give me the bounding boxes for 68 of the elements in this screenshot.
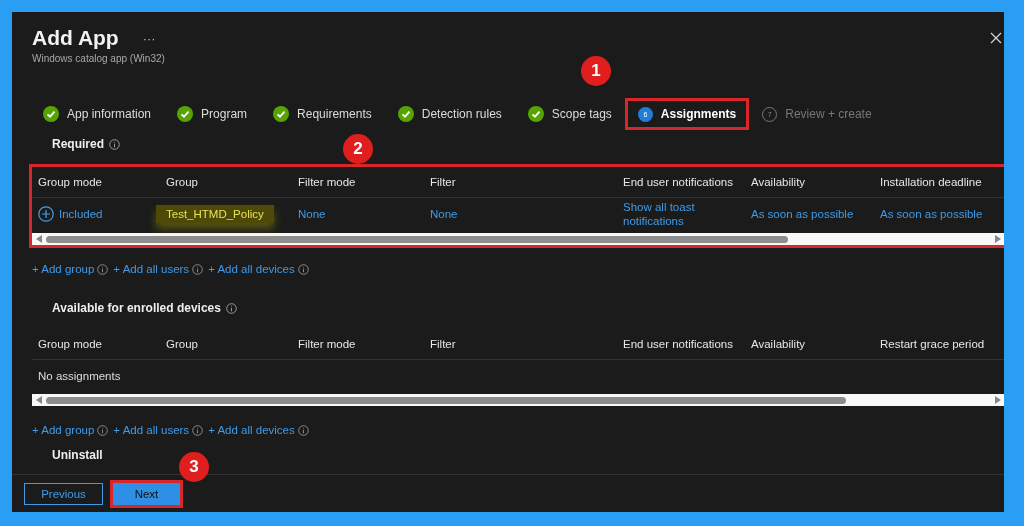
add-link[interactable]: + Add group (32, 263, 95, 275)
info-icon[interactable] (109, 138, 120, 150)
column-header: Availability (751, 176, 807, 188)
step-label: Review + create (785, 107, 872, 121)
column-header: Group mode (38, 338, 103, 350)
column-header: Installation deadline (880, 176, 983, 188)
cell-link[interactable]: As soon as possible (751, 207, 854, 221)
dialog-title: Add App (32, 26, 119, 50)
wizard-step[interactable]: Requirements (260, 98, 385, 130)
column-header: Group (166, 338, 199, 350)
step-label: Assignments (660, 107, 737, 121)
more-button[interactable]: ··· (142, 30, 156, 46)
plus-circle-icon[interactable] (38, 206, 54, 222)
add-link[interactable]: + Add all devices (208, 424, 295, 436)
column-header: Availability (751, 338, 807, 350)
dialog-subtitle: Windows catalog app (Win32) (32, 53, 166, 64)
check-icon (397, 106, 414, 122)
add-link[interactable]: + Add all users (113, 424, 190, 436)
check-icon (527, 106, 544, 122)
column-header: Filter (430, 176, 457, 188)
info-icon[interactable] (192, 263, 204, 275)
wizard-step[interactable]: Program (164, 98, 261, 130)
group-mode-link[interactable]: Included (59, 208, 103, 220)
check-icon (273, 106, 290, 122)
wizard-step[interactable]: Scope tags (514, 98, 625, 130)
check-icon (43, 106, 59, 122)
step-callout: 3 (179, 452, 209, 482)
check-icon (177, 106, 194, 122)
cell-link[interactable]: None (298, 207, 326, 221)
add-link[interactable]: + Add all users (113, 263, 190, 275)
add-link[interactable]: + Add all devices (208, 263, 295, 275)
info-icon[interactable] (97, 424, 109, 436)
column-header: Group (166, 176, 199, 188)
cell-link[interactable]: As soon as possible (880, 207, 983, 221)
section-title: Available for enrolled devices (52, 301, 221, 315)
cell-link[interactable]: Show all toast notifications (623, 200, 733, 228)
step-label: Requirements (297, 107, 372, 121)
info-icon[interactable] (297, 263, 309, 275)
column-header: Filter mode (298, 338, 357, 350)
info-icon[interactable] (97, 263, 109, 275)
step-label: App information (67, 107, 152, 121)
info-icon[interactable] (297, 424, 309, 436)
step-callout: 1 (581, 56, 611, 86)
section-title: Uninstall (52, 448, 103, 462)
column-header: Filter mode (298, 176, 357, 188)
step-callout: 2 (343, 134, 373, 164)
info-icon[interactable] (192, 424, 204, 436)
wizard-step[interactable]: App information (30, 98, 165, 130)
column-header: Restart grace period (880, 338, 986, 350)
empty-message: No assignments (38, 369, 122, 382)
column-header: End user notifications (623, 338, 734, 350)
group-name: Test_HTMD_Policy (156, 205, 274, 223)
step-label: Detection rules (421, 107, 502, 121)
horizontal-scrollbar[interactable] (32, 233, 1004, 245)
cell-link[interactable]: None (430, 207, 458, 221)
column-header: End user notifications (623, 176, 734, 188)
section-title: Required (52, 137, 104, 151)
column-header: Filter (430, 338, 457, 350)
previous-button[interactable]: Previous (24, 482, 103, 505)
horizontal-scrollbar[interactable] (32, 394, 1004, 406)
step-label: Program (201, 107, 248, 121)
next-button[interactable]: Next (113, 482, 180, 505)
step-label: Scope tags (551, 107, 612, 121)
add-link[interactable]: + Add group (32, 424, 95, 436)
info-icon[interactable] (225, 302, 237, 314)
wizard-step[interactable]: Detection rules (384, 98, 515, 130)
close-icon[interactable] (990, 32, 1002, 44)
column-header: Group mode (38, 176, 103, 188)
